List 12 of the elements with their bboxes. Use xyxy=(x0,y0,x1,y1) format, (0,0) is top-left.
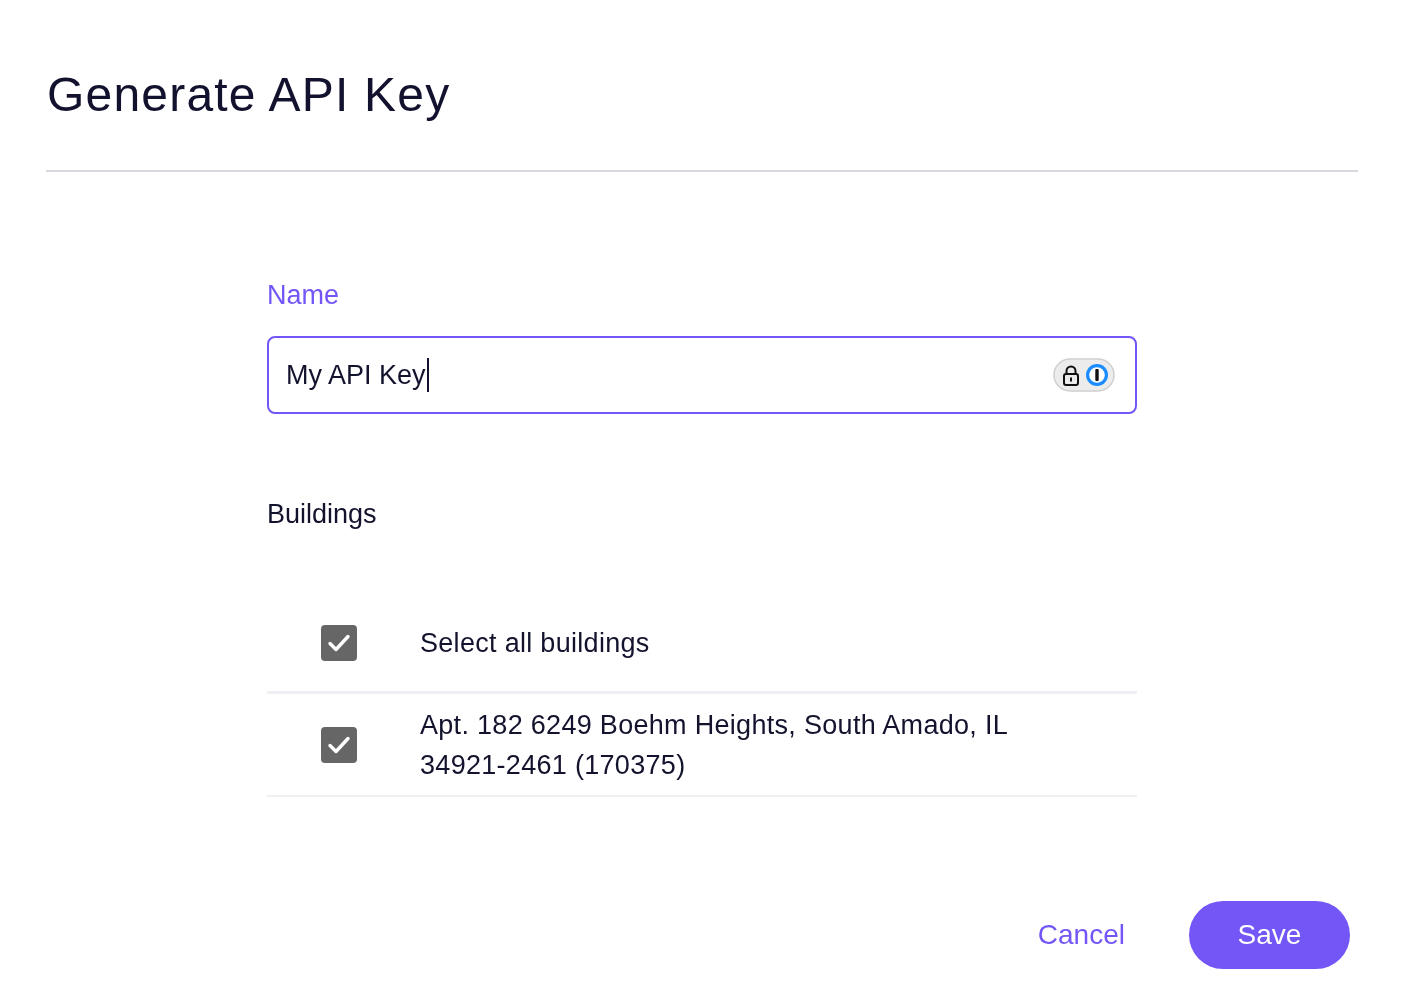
lock-badge-icon xyxy=(1053,358,1115,392)
cancel-button[interactable]: Cancel xyxy=(1035,915,1127,955)
text-cursor-icon xyxy=(426,358,429,392)
checked-checkbox-icon[interactable] xyxy=(321,726,357,763)
checked-checkbox-icon[interactable] xyxy=(321,624,357,661)
section-heading: Buildings xyxy=(267,498,377,530)
checkbox-label: Apt. 182 6249 Boehm Heights, South Amado, IL 34921-2461 (170375) xyxy=(420,708,1009,782)
checkbox-label: Select all buildings xyxy=(420,626,650,660)
save-button[interactable]: Save xyxy=(1189,901,1350,969)
dialog-title: Generate API Key xyxy=(46,67,452,123)
text-input-field[interactable]: My API Key xyxy=(267,336,1137,414)
field-label: Name xyxy=(267,279,340,311)
